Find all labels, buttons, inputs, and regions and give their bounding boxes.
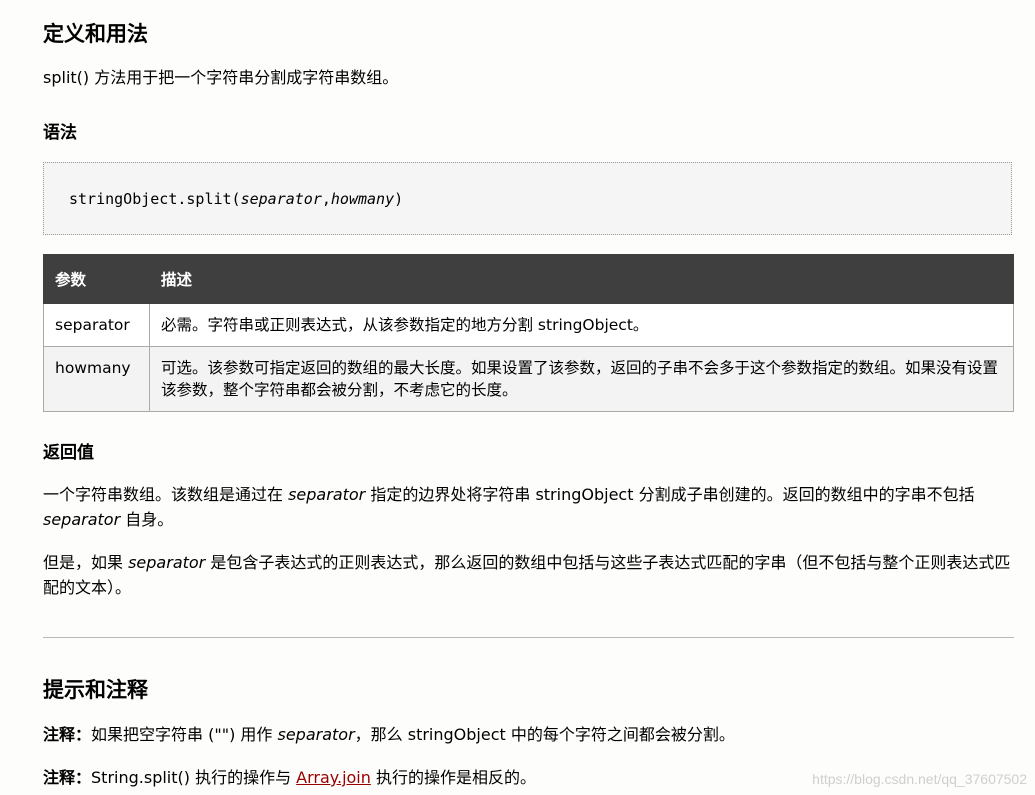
code-suffix: ): [394, 190, 404, 208]
term-separator: separator: [128, 553, 206, 572]
watermark: https://blog.csdn.net/qq_37607502: [812, 771, 1027, 787]
tip-note-1: 注释：如果把空字符串 ("") 用作 separator，那么 stringOb…: [43, 722, 735, 747]
code-prefix: stringObject.split(: [69, 190, 241, 208]
term-separator: separator: [277, 725, 355, 744]
params-header-desc: 描述: [149, 254, 1014, 304]
params-header-name: 参数: [43, 254, 150, 304]
text-span: 执行的操作是相反的。: [370, 768, 536, 787]
code-param-separator: separator: [240, 190, 322, 208]
text-span: ，那么 stringObject 中的每个字符之间都会被分割。: [354, 725, 735, 744]
text-span: 自身。: [120, 510, 174, 529]
tip-note-2: 注释：String.split() 执行的操作与 Array.join 执行的操…: [43, 765, 536, 790]
syntax-code: stringObject.split(separator,howmany): [69, 189, 403, 209]
param-name: separator: [43, 303, 150, 347]
table-row: howmany 可选。该参数可指定返回的数组的最大长度。如果设置了该参数，返回的…: [43, 346, 1014, 412]
params-header-row: 参数 描述: [43, 254, 1014, 304]
section-divider: [43, 637, 1014, 638]
text-span: 但是，如果: [43, 553, 129, 572]
return-value-paragraph-1: 一个字符串数组。该数组是通过在 separator 指定的边界处将字符串 str…: [43, 482, 1011, 532]
return-value-paragraph-2: 但是，如果 separator 是包含子表达式的正则表达式，那么返回的数组中包括…: [43, 550, 1011, 600]
params-table: 参数 描述 separator 必需。字符串或正则表达式，从该参数指定的地方分割…: [43, 254, 1014, 412]
note-label: 注释：: [43, 725, 92, 744]
param-name: howmany: [43, 346, 150, 412]
tips-heading: 提示和注释: [43, 678, 148, 702]
text-span: 一个字符串数组。该数组是通过在: [43, 485, 289, 504]
return-value-heading: 返回值: [43, 443, 94, 463]
definition-heading: 定义和用法: [43, 22, 148, 46]
array-join-link[interactable]: Array.join: [296, 768, 371, 787]
term-separator: separator: [43, 510, 121, 529]
text-span: String.split() 执行的操作与: [91, 768, 297, 787]
note-label: 注释：: [43, 768, 92, 787]
definition-text: split() 方法用于把一个字符串分割成字符串数组。: [43, 68, 399, 87]
text-span: 指定的边界处将字符串 stringObject 分割成子串创建的。返回的数组中的…: [365, 485, 975, 504]
code-param-howmany: howmany: [330, 190, 395, 208]
syntax-code-box: stringObject.split(separator,howmany): [43, 162, 1012, 235]
param-desc: 必需。字符串或正则表达式，从该参数指定的地方分割 stringObject。: [149, 303, 1014, 347]
table-row: separator 必需。字符串或正则表达式，从该参数指定的地方分割 strin…: [43, 303, 1014, 347]
term-separator: separator: [288, 485, 366, 504]
syntax-heading: 语法: [43, 123, 77, 143]
text-span: 如果把空字符串 ("") 用作: [91, 725, 278, 744]
param-desc: 可选。该参数可指定返回的数组的最大长度。如果设置了该参数，返回的子串不会多于这个…: [149, 346, 1014, 412]
code-comma: ,: [321, 190, 331, 208]
